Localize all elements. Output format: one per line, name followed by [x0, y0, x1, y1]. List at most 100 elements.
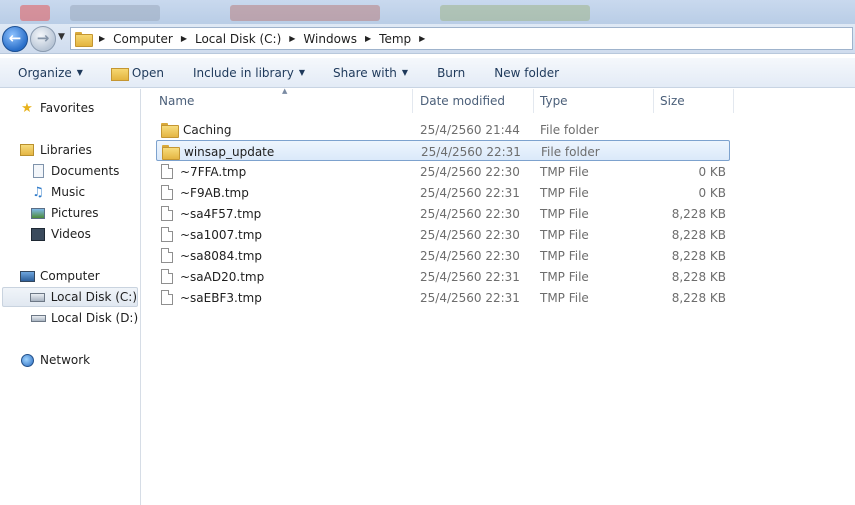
column-header-name[interactable]: Name	[153, 89, 413, 113]
file-size: 8,228 KB	[671, 206, 726, 221]
nav-documents[interactable]: Documents	[30, 161, 119, 181]
back-button[interactable]: ←	[2, 26, 28, 52]
drive-icon	[30, 310, 46, 326]
forward-button[interactable]: →	[30, 26, 56, 52]
file-date: 25/4/2560 22:31	[420, 269, 520, 284]
breadcrumb-separator-icon[interactable]: ▶	[289, 34, 295, 43]
organize-button[interactable]: Organize ▼	[18, 58, 83, 88]
file-name-cell: ~F9AB.tmp	[161, 182, 249, 203]
file-name-cell: ~sa1007.tmp	[161, 224, 262, 245]
file-name: ~sa4F57.tmp	[180, 206, 262, 221]
file-size: 8,228 KB	[671, 227, 726, 242]
breadcrumb-temp[interactable]: ▶ Temp ▶	[365, 32, 433, 46]
nav-favorites[interactable]: ★ Favorites	[19, 98, 94, 118]
nav-label: Network	[40, 353, 91, 367]
nav-network[interactable]: Network	[19, 350, 90, 370]
navigation-pane: ★ Favorites Libraries Documents ♫ Music …	[0, 89, 141, 505]
column-header-label: Type	[540, 94, 568, 108]
nav-label: Local Disk (D:)	[51, 311, 139, 325]
nav-label: Local Disk (C:)	[50, 290, 137, 304]
nav-videos[interactable]: Videos	[30, 224, 91, 244]
file-row-selected[interactable]: winsap_update 25/4/2560 22:31 File folde…	[156, 140, 730, 161]
file-size: 8,228 KB	[671, 269, 726, 284]
file-date: 25/4/2560 22:31	[421, 144, 521, 159]
column-header-type[interactable]: Type	[534, 89, 654, 113]
burn-label: Burn	[437, 65, 466, 80]
nav-label: Videos	[51, 227, 91, 241]
file-icon	[161, 269, 173, 284]
address-bar[interactable]: ▶ Computer ▶ Local Disk (C:) ▶ Windows ▶…	[70, 27, 853, 50]
file-date: 25/4/2560 22:30	[420, 248, 520, 263]
file-name-cell: winsap_update	[162, 141, 274, 162]
nav-label: Libraries	[40, 143, 92, 157]
breadcrumb-separator-icon[interactable]: ▶	[365, 34, 371, 43]
breadcrumb-separator-icon[interactable]: ▶	[419, 34, 425, 43]
file-name-cell: ~saAD20.tmp	[161, 266, 264, 287]
nav-computer[interactable]: Computer	[19, 266, 100, 286]
nav-pictures[interactable]: Pictures	[30, 203, 99, 223]
background-window-ghost	[20, 5, 50, 21]
file-name: ~7FFA.tmp	[180, 164, 247, 179]
new-folder-button[interactable]: New folder	[494, 58, 559, 88]
include-in-library-button[interactable]: Include in library ▼	[193, 58, 305, 88]
file-name-cell: ~sa4F57.tmp	[161, 203, 261, 224]
file-name-cell: ~sa8084.tmp	[161, 245, 262, 266]
file-name: ~saEBF3.tmp	[180, 290, 262, 305]
open-label: Open	[131, 65, 164, 80]
nav-music[interactable]: ♫ Music	[30, 182, 85, 202]
file-icon	[161, 248, 173, 263]
nav-label: Pictures	[51, 206, 99, 220]
burn-button[interactable]: Burn	[437, 58, 465, 88]
nav-label: Documents	[51, 164, 120, 178]
folder-icon	[75, 32, 93, 47]
nav-libraries[interactable]: Libraries	[19, 140, 92, 160]
file-row[interactable]: ~sa8084.tmp 25/4/2560 22:30 TMP File 8,2…	[156, 245, 730, 266]
file-row[interactable]: ~7FFA.tmp 25/4/2560 22:30 TMP File 0 KB	[156, 161, 730, 182]
file-name-cell: ~saEBF3.tmp	[161, 287, 262, 308]
file-icon	[161, 206, 173, 221]
file-size: 0 KB	[698, 185, 726, 200]
file-row[interactable]: ~sa1007.tmp 25/4/2560 22:30 TMP File 8,2…	[156, 224, 730, 245]
breadcrumb-separator-icon[interactable]: ▶	[181, 34, 187, 43]
file-name: ~F9AB.tmp	[180, 185, 249, 200]
breadcrumb-computer[interactable]: ▶ Computer	[99, 32, 173, 46]
command-bar: Organize ▼ Open Include in library ▼ Sha…	[0, 58, 855, 88]
back-arrow-icon: ←	[8, 29, 22, 47]
file-name: Caching	[183, 122, 232, 137]
nav-local-disk-d[interactable]: Local Disk (D:)	[30, 308, 138, 328]
chevron-down-icon: ▼	[76, 68, 83, 77]
file-row[interactable]: Caching 25/4/2560 21:44 File folder	[156, 119, 730, 140]
share-with-button[interactable]: Share with ▼	[333, 58, 408, 88]
file-date: 25/4/2560 22:30	[420, 206, 520, 221]
file-row[interactable]: ~saAD20.tmp 25/4/2560 22:31 TMP File 8,2…	[156, 266, 730, 287]
file-name: winsap_update	[184, 144, 275, 159]
file-row[interactable]: ~sa4F57.tmp 25/4/2560 22:30 TMP File 8,2…	[156, 203, 730, 224]
file-date: 25/4/2560 22:30	[420, 164, 520, 179]
open-button[interactable]: Open	[110, 58, 164, 88]
file-row[interactable]: ~F9AB.tmp 25/4/2560 22:31 TMP File 0 KB	[156, 182, 730, 203]
breadcrumb-windows[interactable]: ▶ Windows	[289, 32, 357, 46]
breadcrumb-label: Temp	[379, 31, 412, 46]
breadcrumb-label: Local Disk (C:)	[194, 31, 282, 46]
file-icon	[161, 290, 173, 305]
nav-local-disk-c[interactable]: Local Disk (C:)	[2, 287, 138, 307]
file-date: 25/4/2560 22:31	[420, 185, 520, 200]
file-type: File folder	[541, 144, 600, 159]
column-header-date-modified[interactable]: Date modified	[414, 89, 534, 113]
file-size: 8,228 KB	[671, 248, 726, 263]
recent-pages-dropdown-icon[interactable]: ▼	[58, 32, 65, 42]
breadcrumb-separator-icon[interactable]: ▶	[99, 34, 105, 43]
file-icon	[161, 227, 173, 242]
background-window-ghost	[70, 5, 160, 21]
file-size: 0 KB	[698, 164, 726, 179]
column-header-size[interactable]: Size	[654, 89, 734, 113]
open-folder-icon	[110, 66, 129, 81]
star-icon: ★	[21, 100, 33, 116]
breadcrumb-local-disk-c[interactable]: ▶ Local Disk (C:)	[181, 32, 281, 46]
folder-icon	[162, 145, 180, 160]
file-name: ~saAD20.tmp	[180, 269, 265, 284]
file-name-cell: ~7FFA.tmp	[161, 161, 246, 182]
file-row[interactable]: ~saEBF3.tmp 25/4/2560 22:31 TMP File 8,2…	[156, 287, 730, 308]
libraries-icon	[19, 142, 35, 158]
background-window-ghost	[230, 5, 380, 21]
